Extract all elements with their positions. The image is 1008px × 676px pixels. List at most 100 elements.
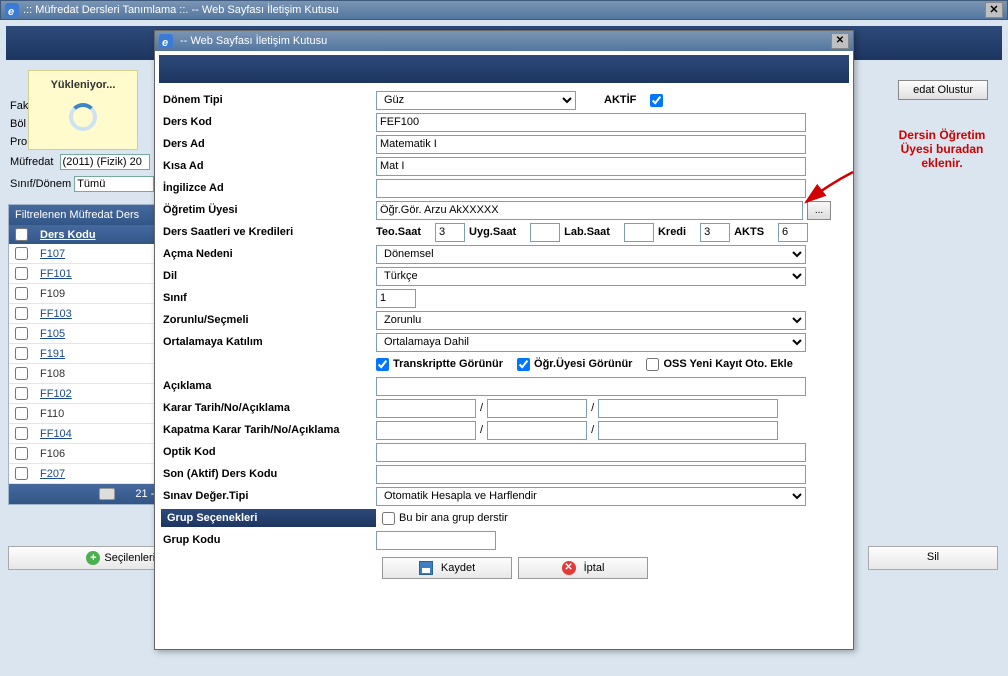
donem-tipi-select[interactable]: Güz	[376, 91, 576, 110]
ortalama-select[interactable]: Ortalamaya Dahil	[376, 333, 806, 352]
create-curriculum-button[interactable]: edat Olustur	[898, 80, 988, 100]
acma-nedeni-select[interactable]: Dönemsel	[376, 245, 806, 264]
mufredat-input[interactable]	[60, 154, 150, 170]
save-button[interactable]: Kaydet	[382, 557, 512, 579]
kredi-input[interactable]	[700, 223, 730, 242]
label-saatler: Ders Saatleri ve Kredileri	[161, 226, 376, 238]
karar-tarih-input[interactable]	[376, 399, 476, 418]
outer-close-button[interactable]: ✕	[985, 2, 1003, 18]
outer-window-title: .:: Müfredat Dersleri Tanımlama ::. -- W…	[23, 4, 339, 16]
cancel-icon: ✕	[562, 561, 576, 575]
label-grup-kodu: Grup Kodu	[161, 534, 376, 546]
oss-checkbox[interactable]	[646, 358, 659, 371]
label-aktif: AKTİF	[604, 94, 636, 106]
row-check[interactable]	[15, 347, 28, 360]
label-pro: Pro	[10, 136, 27, 148]
course-edit-dialog: -- Web Sayfası İletişim Kutusu ✕ Dönem T…	[154, 30, 854, 650]
label-teo: Teo.Saat	[376, 226, 421, 238]
label-ogretim-uyesi: Öğretim Üyesi	[161, 204, 376, 216]
grup-section-header: Grup Seçenekleri	[161, 509, 376, 527]
label-ders-kod: Ders Kod	[161, 116, 376, 128]
spinner-icon	[69, 103, 97, 131]
ing-ad-input[interactable]	[376, 179, 806, 198]
row-check[interactable]	[15, 407, 28, 420]
label-zorunlu: Zorunlu/Seçmeli	[161, 314, 376, 326]
row-check[interactable]	[15, 247, 28, 260]
label-ortalama: Ortalamaya Katılım	[161, 336, 376, 348]
zorunlu-select[interactable]: Zorunlu	[376, 311, 806, 330]
akts-input[interactable]	[778, 223, 808, 242]
row-check[interactable]	[15, 307, 28, 320]
karar-aciklama-input[interactable]	[598, 399, 778, 418]
row-check[interactable]	[15, 327, 28, 340]
annotation-text: Dersin Öğretim Üyesi buradan eklenir.	[892, 128, 992, 170]
dil-select[interactable]: Türkçe	[376, 267, 806, 286]
lab-saat-input[interactable]	[624, 223, 654, 242]
ie-icon	[5, 3, 19, 17]
cancel-button[interactable]: ✕İptal	[518, 557, 648, 579]
label-dil: Dil	[161, 270, 376, 282]
label-aciklama: Açıklama	[161, 380, 376, 392]
row-check[interactable]	[15, 267, 28, 280]
dialog-title-bar: -- Web Sayfası İletişim Kutusu ✕	[155, 31, 853, 51]
sinif-donem-input[interactable]	[74, 176, 154, 192]
label-akts: AKTS	[734, 226, 764, 238]
label-sinif-donem: Sınıf/Dönem	[10, 178, 71, 190]
karar-no-input[interactable]	[487, 399, 587, 418]
ana-grup-checkbox[interactable]	[382, 512, 395, 525]
ders-ad-input[interactable]	[376, 135, 806, 154]
sinav-tipi-select[interactable]: Otomatik Hesapla ve Harflendir	[376, 487, 806, 506]
delete-button[interactable]: Sil	[868, 546, 998, 570]
plus-icon: +	[86, 551, 100, 565]
grid-check-all[interactable]	[15, 228, 28, 241]
label-oss: OSS Yeni Kayıt Oto. Ekle	[663, 358, 792, 370]
label-kredi: Kredi	[658, 226, 686, 238]
label-son-aktif: Son (Aktif) Ders Kodu	[161, 468, 376, 480]
row-check[interactable]	[15, 427, 28, 440]
label-acma-nedeni: Açma Nedeni	[161, 248, 376, 260]
label-ders-ad: Ders Ad	[161, 138, 376, 150]
grup-kodu-input[interactable]	[376, 531, 496, 550]
ogretim-uyesi-input[interactable]	[376, 201, 803, 220]
loading-popup: Yükleniyor...	[28, 70, 138, 150]
ie-icon	[159, 34, 173, 48]
kisa-ad-input[interactable]	[376, 157, 806, 176]
row-check[interactable]	[15, 287, 28, 300]
kapatma-tarih-input[interactable]	[376, 421, 476, 440]
kapatma-no-input[interactable]	[487, 421, 587, 440]
label-sinav-tipi: Sınav Değer.Tipi	[161, 490, 376, 502]
print-icon[interactable]	[99, 488, 115, 500]
uyg-saat-input[interactable]	[530, 223, 560, 242]
row-check[interactable]	[15, 447, 28, 460]
label-bol: Böl	[10, 118, 26, 130]
label-optik: Optik Kod	[161, 446, 376, 458]
aktif-checkbox[interactable]	[650, 94, 663, 107]
label-ing-ad: İngilizce Ad	[161, 182, 376, 194]
label-sinif: Sınıf	[161, 292, 376, 304]
aciklama-input[interactable]	[376, 377, 806, 396]
teo-saat-input[interactable]	[435, 223, 465, 242]
label-karar: Karar Tarih/No/Açıklama	[161, 402, 376, 414]
son-aktif-input[interactable]	[376, 465, 806, 484]
label-kisa-ad: Kısa Ad	[161, 160, 376, 172]
annotation-arrow-icon	[798, 170, 858, 210]
ders-kod-input[interactable]	[376, 113, 806, 132]
row-check[interactable]	[15, 467, 28, 480]
label-kapatma: Kapatma Karar Tarih/No/Açıklama	[161, 424, 376, 436]
label-mufredat: Müfredat	[10, 156, 53, 168]
ogr-uyesi-checkbox[interactable]	[517, 358, 530, 371]
label-fak: Fak	[10, 100, 28, 112]
label-donem-tipi: Dönem Tipi	[161, 94, 376, 106]
optik-kod-input[interactable]	[376, 443, 806, 462]
row-check[interactable]	[15, 367, 28, 380]
transkript-checkbox[interactable]	[376, 358, 389, 371]
label-uyg: Uyg.Saat	[469, 226, 516, 238]
dialog-close-button[interactable]: ✕	[831, 33, 849, 49]
kapatma-aciklama-input[interactable]	[598, 421, 778, 440]
dialog-banner	[159, 55, 849, 83]
sinif-input[interactable]	[376, 289, 416, 308]
label-lab: Lab.Saat	[564, 226, 610, 238]
row-check[interactable]	[15, 387, 28, 400]
label-ana-grup: Bu bir ana grup derstir	[399, 512, 508, 524]
label-ogr-gorunur: Öğr.Üyesi Görünür	[534, 358, 632, 370]
